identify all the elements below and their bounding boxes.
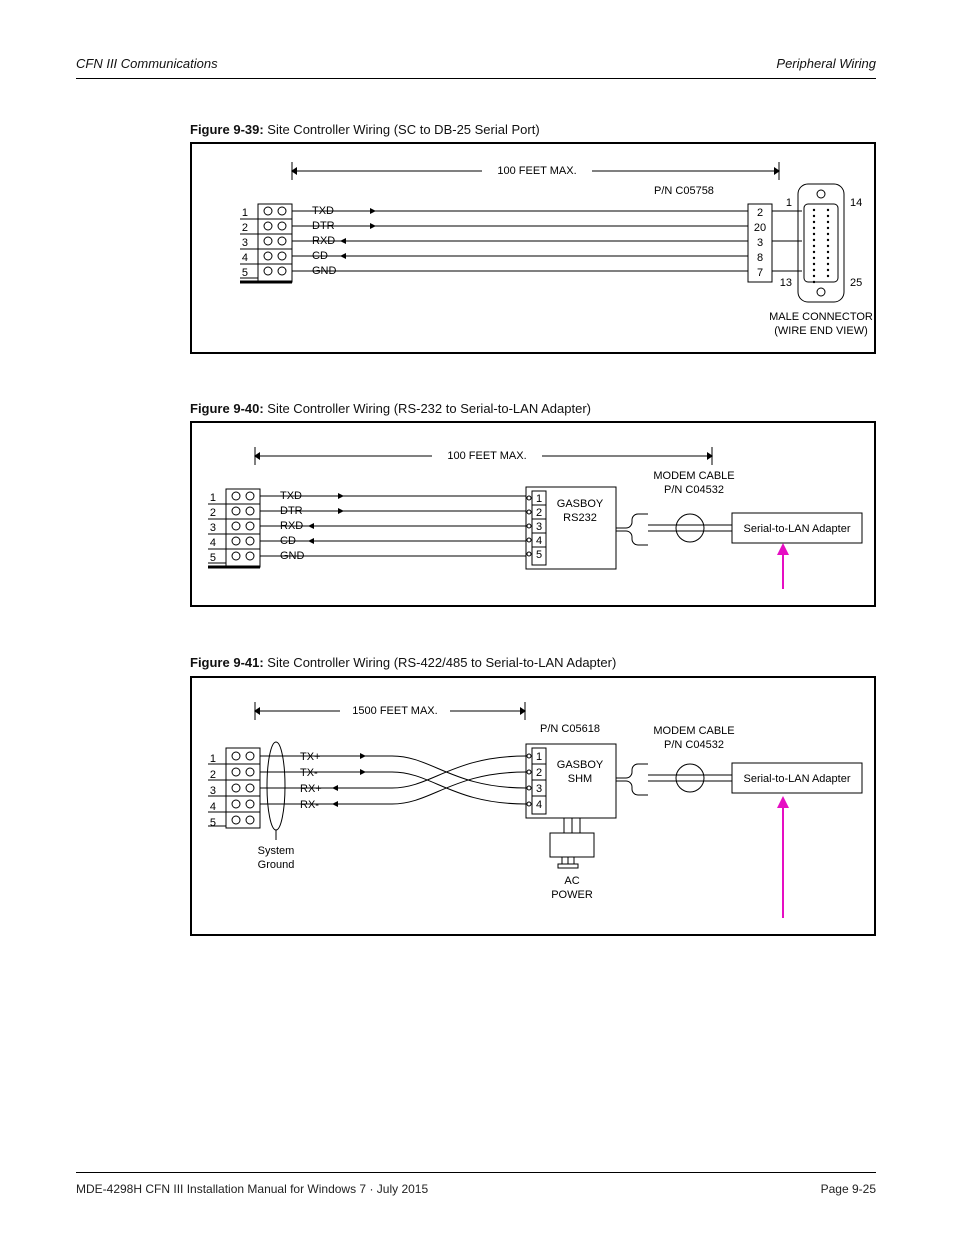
d2-mp3: 3: [536, 521, 542, 533]
d3-lp3: 3: [210, 785, 216, 797]
figure-2-label: Figure 9-40:: [190, 401, 267, 416]
d1-rp5: 7: [757, 267, 763, 279]
header-left: CFN III Communications: [76, 56, 218, 71]
d3-mp2: 2: [536, 767, 542, 779]
d2-modem-l2: P/N C04532: [664, 484, 724, 496]
figure-3-frame: 1500 FEET MAX. P/N C05618 1 2 3 4 5 Syst…: [190, 676, 876, 936]
figure-1-svg: 100 FEET MAX. P/N C05758 1 2 3 4 5 TXD: [192, 144, 878, 356]
figure-2-frame: 100 FEET MAX. 1 2 3 4 5 TXD DTR RXD CD: [190, 421, 876, 607]
figure-3-title: Site Controller Wiring (RS-422/485 to Se…: [267, 655, 616, 670]
d3-mp3: 3: [536, 783, 542, 795]
d2-lp1: 1: [210, 492, 216, 504]
d2-lp2: 2: [210, 507, 216, 519]
d2-box1-l2: RS232: [563, 512, 597, 524]
d3-modem-l2: P/N C04532: [664, 739, 724, 751]
footer-right: Page 9-25: [821, 1182, 876, 1196]
diag3-left-terminal: [226, 748, 260, 828]
d1-conn-cap2: (WIRE END VIEW): [774, 325, 868, 337]
figure-2-svg: 100 FEET MAX. 1 2 3 4 5 TXD DTR RXD CD: [192, 423, 878, 609]
figure-3-caption: Figure 9-41: Site Controller Wiring (RS-…: [190, 655, 616, 670]
d2-adapter: Serial-to-LAN Adapter: [744, 523, 851, 535]
d3-sysgnd1: System: [258, 845, 295, 857]
page-rule-top: [76, 78, 876, 79]
footer-left: MDE-4298H CFN III Installation Manual fo…: [76, 1182, 428, 1196]
d1-conn-cap1: MALE CONNECTOR: [769, 311, 873, 323]
db25-connector: [798, 184, 844, 302]
figure-3-label: Figure 9-41:: [190, 655, 267, 670]
d3-lp4: 4: [210, 801, 216, 813]
d2-mp5: 5: [536, 549, 542, 561]
d1-conn-bl: 13: [780, 277, 792, 289]
d1-lp4: 4: [242, 252, 248, 264]
figure-1-title: Site Controller Wiring (SC to DB-25 Seri…: [267, 122, 539, 137]
d3-ac1: AC: [564, 875, 579, 887]
diag3-pn: P/N C05618: [540, 723, 600, 735]
d3-s3: RX+: [300, 783, 322, 795]
d3-sysgnd2: Ground: [258, 859, 295, 871]
figure-1-label: Figure 9-39:: [190, 122, 267, 137]
diag1-pn: P/N C05758: [654, 185, 714, 197]
figure-3-svg: 1500 FEET MAX. P/N C05618 1 2 3 4 5 Syst…: [192, 678, 878, 938]
d3-adapter: Serial-to-LAN Adapter: [744, 773, 851, 785]
d2-mp1: 1: [536, 493, 542, 505]
figure-2-caption: Figure 9-40: Site Controller Wiring (RS-…: [190, 401, 591, 416]
d3-mp1: 1: [536, 751, 542, 763]
d1-lp3: 3: [242, 237, 248, 249]
d1-lp1: 1: [242, 207, 248, 219]
figure-2-title: Site Controller Wiring (RS-232 to Serial…: [267, 401, 591, 416]
d3-mp4: 4: [536, 799, 542, 811]
d1-conn-br: 25: [850, 277, 862, 289]
figure-1-caption: Figure 9-39: Site Controller Wiring (SC …: [190, 122, 540, 137]
d1-rp2: 20: [754, 222, 766, 234]
d3-lp1: 1: [210, 753, 216, 765]
d1-conn-tl: 1: [786, 197, 792, 209]
figure-1-frame: 100 FEET MAX. P/N C05758 1 2 3 4 5 TXD: [190, 142, 876, 354]
header-right: Peripheral Wiring: [776, 56, 876, 71]
d2-mp2: 2: [536, 507, 542, 519]
d2-modem-l1: MODEM CABLE: [653, 470, 734, 482]
d2-mp4: 4: [536, 535, 542, 547]
page-rule-bottom: [76, 1172, 876, 1173]
d1-rp3: 3: [757, 237, 763, 249]
diag1-left-terminal: [258, 204, 292, 282]
d3-ac2: POWER: [551, 889, 593, 901]
d3-s4: RX-: [300, 799, 319, 811]
d3-box1-l2: SHM: [568, 773, 592, 785]
d1-rp4: 8: [757, 252, 763, 264]
diag1-span: 100 FEET MAX.: [497, 165, 576, 177]
d3-lp5: 5: [210, 817, 216, 829]
d3-s1: TX+: [300, 751, 320, 763]
d2-lp4: 4: [210, 537, 216, 549]
d2-box1-l1: GASBOY: [557, 498, 604, 510]
d3-modem-l1: MODEM CABLE: [653, 725, 734, 737]
d1-lp5: 5: [242, 267, 248, 279]
d3-box1-l1: GASBOY: [557, 759, 604, 771]
d1-lp2: 2: [242, 222, 248, 234]
d2-lp5: 5: [210, 552, 216, 564]
d3-lp2: 2: [210, 769, 216, 781]
d1-conn-tr: 14: [850, 197, 862, 209]
d2-lp3: 3: [210, 522, 216, 534]
d1-rp1: 2: [757, 207, 763, 219]
diag2-left-terminal: [226, 489, 260, 567]
diag2-span: 100 FEET MAX.: [447, 450, 526, 462]
d3-s2: TX-: [300, 767, 318, 779]
diag3-span: 1500 FEET MAX.: [352, 705, 437, 717]
